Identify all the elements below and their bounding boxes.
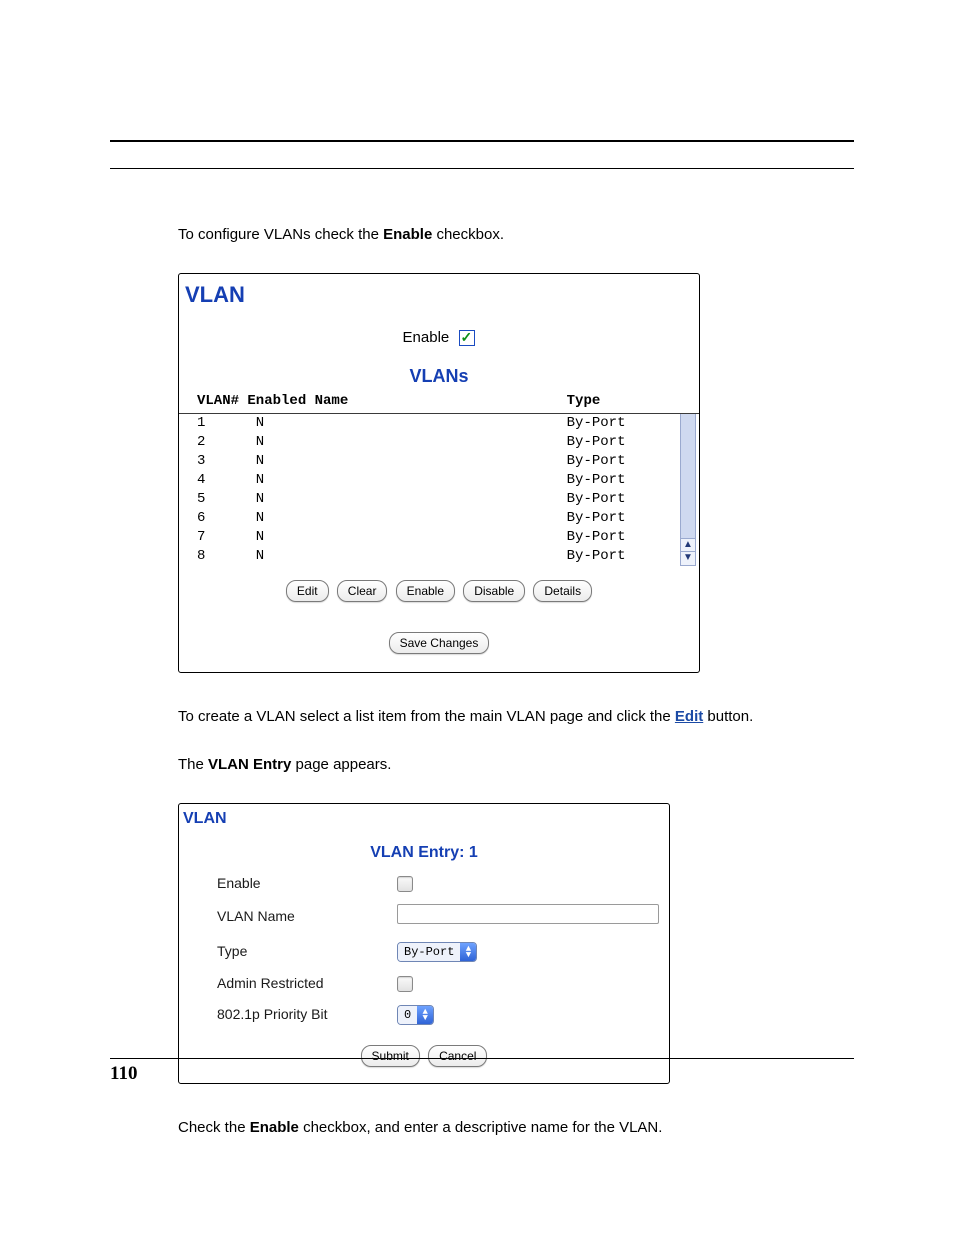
chevron-updown-icon: ▲▼ <box>460 943 476 961</box>
vlan-entry-form: Enable VLAN Name Type By-Port ▲▼ Admin R… <box>179 868 669 1031</box>
scroll-down-icon[interactable]: ▼ <box>681 551 695 566</box>
table-row[interactable]: 3 N By-Port <box>179 452 679 471</box>
appears-bold: VLAN Entry <box>208 756 291 773</box>
type-select[interactable]: By-Port ▲▼ <box>397 942 477 962</box>
appears-prefix: The <box>178 756 208 773</box>
intro-text-bold: Enable <box>383 226 432 243</box>
final-suffix: checkbox, and enter a descriptive name f… <box>299 1119 663 1136</box>
table-row[interactable]: 2 N By-Port <box>179 433 679 452</box>
footer-rule <box>110 1058 854 1059</box>
table-row[interactable]: 5 N By-Port <box>179 490 679 509</box>
mid-paragraph: To create a VLAN select a list item from… <box>178 707 854 727</box>
type-select-value: By-Port <box>398 943 460 961</box>
intro-paragraph: To configure VLANs check the Enable chec… <box>178 225 854 245</box>
admin-restricted-label: Admin Restricted <box>217 974 397 993</box>
vlan-enable-label: Enable <box>403 329 450 346</box>
top-rule-thin <box>110 168 854 169</box>
vlan-entry-panel-title: VLAN <box>179 804 669 832</box>
final-prefix: Check the <box>178 1119 250 1136</box>
priority-bit-label: 802.1p Priority Bit <box>217 1005 397 1024</box>
appears-suffix: page appears. <box>291 756 391 773</box>
vlan-enable-row: Enable <box>179 314 699 354</box>
admin-restricted-checkbox[interactable] <box>397 976 413 992</box>
vlan-entry-panel: VLAN VLAN Entry: 1 Enable VLAN Name Type… <box>178 803 670 1084</box>
vlan-table-body: 1 N By-Port 2 N By-Port 3 N By-Port 4 N <box>179 414 699 565</box>
vlan-table-header: VLAN# Enabled Name Type <box>179 392 699 414</box>
top-rule-thick <box>110 140 854 142</box>
mid-text-prefix: To create a VLAN select a list item from… <box>178 708 675 725</box>
table-row[interactable]: 8 N By-Port <box>179 547 679 566</box>
table-row[interactable]: 4 N By-Port <box>179 471 679 490</box>
vlan-panel-title: VLAN <box>179 274 699 314</box>
final-bold: Enable <box>250 1119 299 1136</box>
clear-button[interactable]: Clear <box>337 580 388 602</box>
save-changes-button[interactable]: Save Changes <box>389 632 490 654</box>
final-paragraph: Check the Enable checkbox, and enter a d… <box>178 1118 854 1138</box>
save-row: Save Changes <box>179 610 699 672</box>
vlan-button-row: Edit Clear Enable Disable Details <box>179 566 699 610</box>
vlan-name-input[interactable] <box>397 904 659 924</box>
vlan-name-label: VLAN Name <box>217 907 397 926</box>
enable-field-label: Enable <box>217 874 397 893</box>
type-label: Type <box>217 942 397 961</box>
edit-link[interactable]: Edit <box>675 708 703 725</box>
table-row[interactable]: 6 N By-Port <box>179 509 679 528</box>
vlan-entry-heading: VLAN Entry: 1 <box>179 832 669 868</box>
mid-text-suffix: button. <box>703 708 753 725</box>
page: To configure VLANs check the Enable chec… <box>0 0 954 1235</box>
vlan-panel: VLAN Enable VLANs VLAN# Enabled Name Typ… <box>178 273 700 673</box>
intro-text-prefix: To configure VLANs check the <box>178 226 383 243</box>
edit-button[interactable]: Edit <box>286 580 329 602</box>
intro-text-suffix: checkbox. <box>432 226 504 243</box>
enable-field-checkbox[interactable] <box>397 876 413 892</box>
disable-button[interactable]: Disable <box>463 580 525 602</box>
table-row[interactable]: 7 N By-Port <box>179 528 679 547</box>
priority-bit-select[interactable]: 0 ▲▼ <box>397 1005 434 1025</box>
chevron-updown-icon: ▲▼ <box>417 1006 433 1024</box>
enable-button[interactable]: Enable <box>396 580 455 602</box>
scrollbar[interactable]: ▲ ▼ <box>680 414 696 565</box>
vlan-enable-checkbox[interactable] <box>459 330 475 346</box>
priority-bit-value: 0 <box>398 1006 417 1024</box>
page-footer: 110 <box>110 1058 854 1085</box>
details-button[interactable]: Details <box>533 580 592 602</box>
page-number: 110 <box>110 1063 854 1085</box>
vlans-subheading: VLANs <box>179 354 699 392</box>
content-column: To configure VLANs check the Enable chec… <box>178 225 854 1138</box>
appears-paragraph: The VLAN Entry page appears. <box>178 755 854 775</box>
table-row[interactable]: 1 N By-Port <box>179 414 679 433</box>
